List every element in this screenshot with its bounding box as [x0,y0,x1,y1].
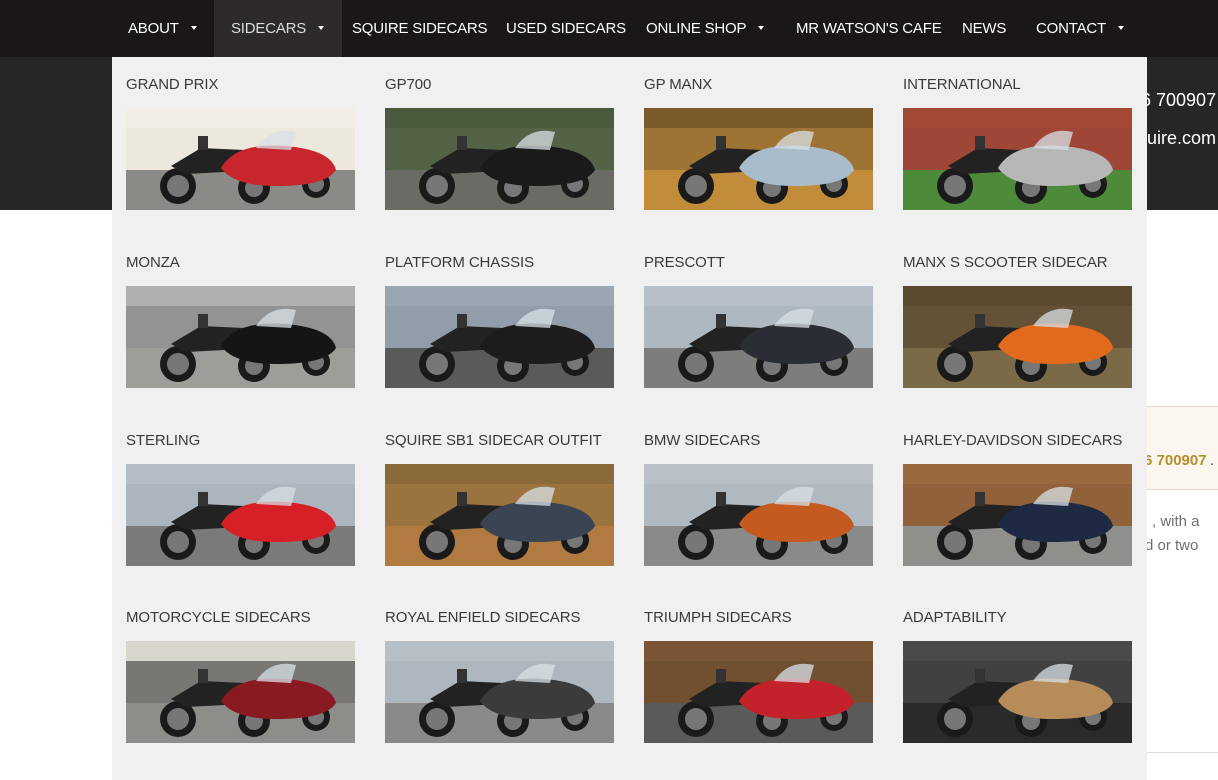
nav-about-label: ABOUT [128,20,179,37]
sidecar-photo[interactable] [126,286,355,388]
menu-tile-squire-sb1-sidecar-outfit[interactable]: SQUIRE SB1 SIDECAR OUTFIT [385,413,614,566]
sidecar-photo[interactable] [644,641,873,743]
sidecar-photo[interactable] [385,641,614,743]
menu-tile-grand-prix[interactable]: GRAND PRIX [126,57,355,210]
menu-tile-title[interactable]: STERLING [126,432,200,449]
nav-squire-sidecars[interactable]: SQUIRE SIDECARS [352,0,488,57]
header-phone[interactable]: 6 700907 [1141,90,1216,111]
top-navbar: ABOUT SIDECARS SQUIRE SIDECARS USED SIDE… [0,0,1218,57]
sidecar-photo[interactable] [385,286,614,388]
notice-period: . [1210,452,1215,469]
nav-news-label: NEWS [962,20,1007,37]
sidecar-photo[interactable] [644,286,873,388]
nav-used-sidecars[interactable]: USED SIDECARS [506,0,626,57]
menu-tile-prescott[interactable]: PRESCOTT [644,235,873,388]
menu-tile-title[interactable]: TRIUMPH SIDECARS [644,609,792,626]
menu-tile-title[interactable]: BMW SIDECARS [644,432,760,449]
menu-tile-sterling[interactable]: STERLING [126,413,355,566]
header-email[interactable]: quire.com [1137,128,1216,149]
nav-squire-sidecars-label: SQUIRE SIDECARS [352,20,488,37]
menu-tile-gp700[interactable]: GP700 [385,57,614,210]
nav-used-sidecars-label: USED SIDECARS [506,20,626,37]
caret-down-icon [758,25,765,30]
sidecar-photo[interactable] [385,464,614,566]
body-text-line: , with a [1152,513,1200,530]
menu-tile-platform-chassis[interactable]: PLATFORM CHASSIS [385,235,614,388]
menu-tile-title[interactable]: GP700 [385,76,431,93]
nav-contact[interactable]: CONTACT [1036,0,1124,57]
menu-tile-title[interactable]: ROYAL ENFIELD SIDECARS [385,609,580,626]
menu-tile-title[interactable]: MOTORCYCLE SIDECARS [126,609,311,626]
sidecar-photo[interactable] [644,464,873,566]
menu-tile-title[interactable]: GRAND PRIX [126,76,218,93]
menu-tile-title[interactable]: PLATFORM CHASSIS [385,254,534,271]
menu-tile-title[interactable]: HARLEY-DAVIDSON SIDECARS [903,432,1122,449]
menu-tile-title[interactable]: ADAPTABILITY [903,609,1007,626]
menu-tile-bmw-sidecars[interactable]: BMW SIDECARS [644,413,873,566]
menu-tile-adaptability[interactable]: ADAPTABILITY [903,590,1132,743]
menu-tile-international[interactable]: INTERNATIONAL [903,57,1132,210]
menu-tile-title[interactable]: GP MANX [644,76,712,93]
sidecar-photo[interactable] [126,464,355,566]
nav-online-shop-label: ONLINE SHOP [646,20,747,37]
nav-mr-watsons-cafe[interactable]: MR WATSON'S CAFE [796,0,942,57]
nav-contact-label: CONTACT [1036,20,1106,37]
nav-online-shop[interactable]: ONLINE SHOP [646,0,765,57]
sidecar-photo[interactable] [903,464,1132,566]
sidecars-mega-menu: GRAND PRIX GP700 GP MANX INTERNATIONAL MONZA… [112,57,1147,780]
menu-tile-title[interactable]: MONZA [126,254,180,271]
notice-phone[interactable]: 6 700907 [1144,452,1207,469]
nav-mr-watsons-cafe-label: MR WATSON'S CAFE [796,20,942,37]
caret-down-icon [1117,25,1124,30]
nav-news[interactable]: NEWS [962,0,1006,57]
menu-tile-gp-manx[interactable]: GP MANX [644,57,873,210]
menu-tile-manx-s-scooter-sidecar[interactable]: MANX S SCOOTER SIDECAR [903,235,1132,388]
sidecar-photo[interactable] [903,108,1132,210]
menu-tile-title[interactable]: PRESCOTT [644,254,725,271]
sidecar-photo[interactable] [126,108,355,210]
sidecar-photo[interactable] [385,108,614,210]
caret-down-icon [190,25,197,30]
menu-tile-monza[interactable]: MONZA [126,235,355,388]
menu-tile-harley-davidson-sidecars[interactable]: HARLEY-DAVIDSON SIDECARS [903,413,1132,566]
menu-tile-royal-enfield-sidecars[interactable]: ROYAL ENFIELD SIDECARS [385,590,614,743]
menu-tile-title[interactable]: SQUIRE SB1 SIDECAR OUTFIT [385,432,602,449]
sidecar-photo[interactable] [903,286,1132,388]
menu-tile-title[interactable]: INTERNATIONAL [903,76,1021,93]
nav-sidecars[interactable]: SIDECARS [214,0,343,57]
nav-about[interactable]: ABOUT [128,0,197,57]
body-text-line: d or two [1145,537,1199,554]
menu-tile-triumph-sidecars[interactable]: TRIUMPH SIDECARS [644,590,873,743]
sidecar-photo[interactable] [903,641,1132,743]
menu-tile-motorcycle-sidecars[interactable]: MOTORCYCLE SIDECARS [126,590,355,743]
caret-down-icon [318,25,325,30]
sidecar-photo[interactable] [126,641,355,743]
sidecar-photo[interactable] [644,108,873,210]
nav-sidecars-label: SIDECARS [231,20,307,37]
menu-tile-title[interactable]: MANX S SCOOTER SIDECAR [903,254,1108,271]
